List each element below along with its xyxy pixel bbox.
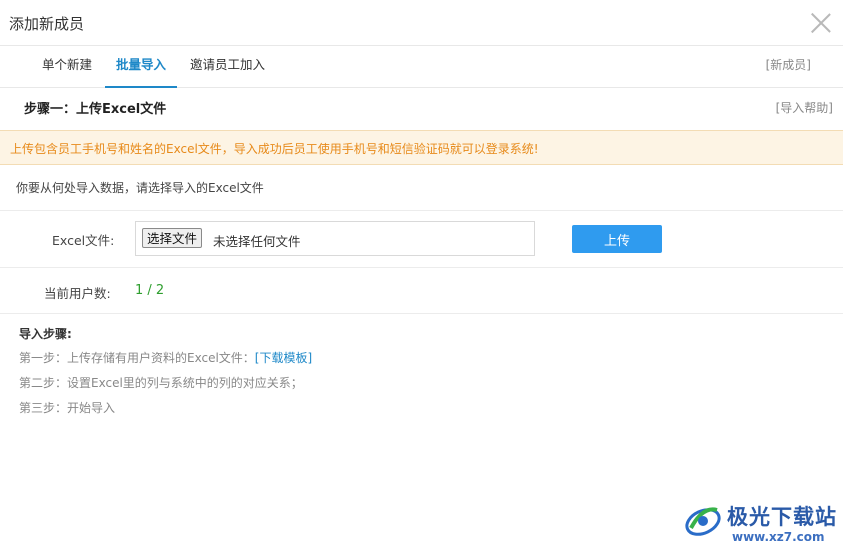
import-prompt: 你要从何处导入数据，请选择导入的Excel文件 [16, 181, 264, 195]
step-title: 步骤一：上传Excel文件 [24, 102, 167, 117]
file-input-box[interactable]: 选择文件 未选择任何文件 [135, 221, 535, 256]
close-icon[interactable] [810, 12, 832, 34]
download-template-link[interactable]: [下载模板] [255, 351, 312, 365]
notice-banner: 上传包含员工手机号和姓名的Excel文件，导入成功后员工使用手机号和短信验证码就… [0, 130, 843, 165]
user-count-label: 当前用户数: [44, 286, 111, 301]
upload-button[interactable]: 上传 [572, 225, 662, 253]
import-step-1: 第一步：上传存储有用户资料的Excel文件：[下载模板] [19, 349, 312, 366]
watermark-url: www.xz7.com [732, 530, 825, 544]
no-file-text: 未选择任何文件 [213, 234, 301, 249]
divider [0, 313, 843, 314]
import-steps-title: 导入步骤: [19, 327, 72, 341]
watermark-logo-icon [685, 507, 721, 536]
tab-bar: 单个新建 批量导入 邀请员工加入 [新成员] [0, 46, 843, 88]
tab-batch-import[interactable]: 批量导入 [105, 46, 178, 88]
tab-single-create[interactable]: 单个新建 [42, 46, 92, 86]
new-member-link[interactable]: [新成员] [766, 46, 811, 84]
step-header: 步骤一：上传Excel文件 [导入帮助] [0, 88, 843, 130]
choose-file-button[interactable]: 选择文件 [142, 228, 203, 248]
divider [0, 210, 843, 211]
excel-file-label: Excel文件: [52, 233, 115, 248]
notice-text: 上传包含员工手机号和姓名的Excel文件，导入成功后员工使用手机号和短信验证码就… [10, 142, 539, 156]
import-step-1-text: 第一步：上传存储有用户资料的Excel文件： [19, 351, 255, 365]
user-count-value: 1 / 2 [135, 283, 165, 298]
tab-invite-employee[interactable]: 邀请员工加入 [190, 46, 265, 86]
import-step-3: 第三步：开始导入 [19, 401, 116, 415]
dialog-title: 添加新成员 [9, 15, 85, 33]
watermark-name: 极光下载站 [727, 505, 837, 529]
import-help-link[interactable]: [导入帮助] [776, 99, 833, 116]
dialog-title-bar: 添加新成员 [0, 0, 843, 46]
import-step-2: 第二步：设置Excel里的列与系统中的列的对应关系； [19, 376, 303, 390]
divider [0, 267, 843, 268]
